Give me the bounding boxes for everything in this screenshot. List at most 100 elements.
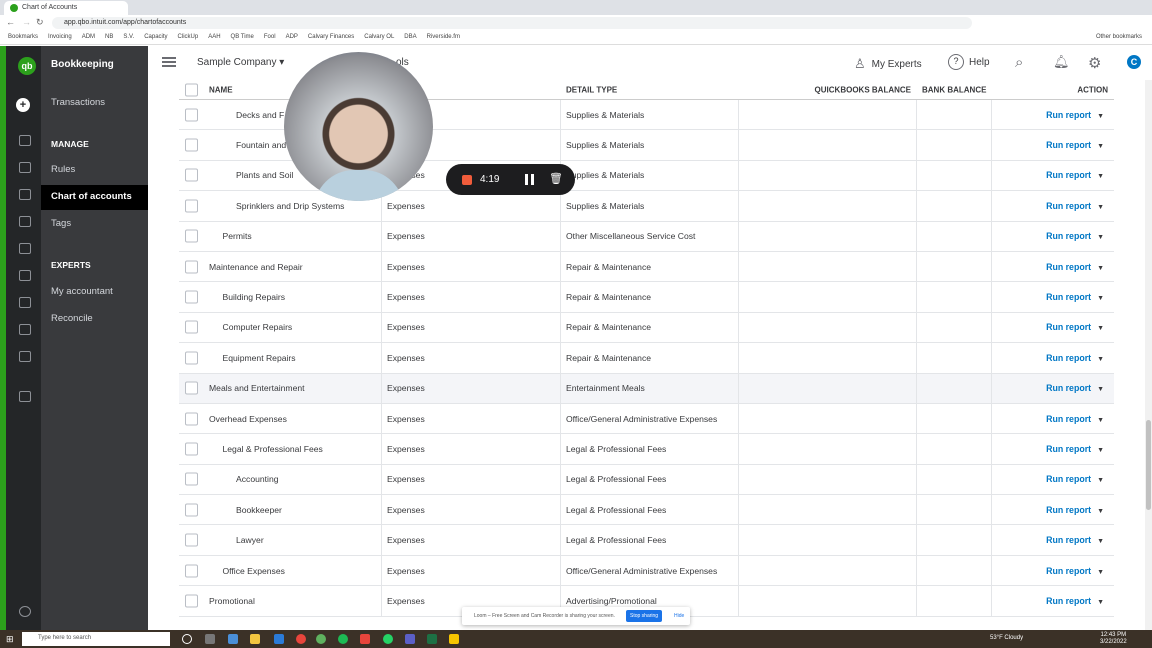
- dropdown-arrow-icon[interactable]: ▼: [1097, 599, 1104, 606]
- sticky-notes-icon[interactable]: [449, 634, 459, 644]
- webcam-bubble[interactable]: [284, 52, 433, 201]
- cortana-icon[interactable]: [182, 634, 192, 644]
- bookmark[interactable]: S.V.: [123, 34, 134, 44]
- dropdown-arrow-icon[interactable]: ▼: [1097, 447, 1104, 454]
- account-name[interactable]: Plants and Soil: [236, 170, 293, 180]
- hamburger-menu-icon[interactable]: [162, 57, 176, 67]
- task-view-icon[interactable]: [205, 634, 215, 644]
- table-row[interactable]: Equipment Repairs Expenses Repair & Main…: [179, 343, 1114, 374]
- row-checkbox[interactable]: [185, 199, 198, 213]
- bookmark-other[interactable]: Other bookmarks: [1096, 34, 1142, 44]
- home-icon[interactable]: [19, 135, 31, 146]
- table-row[interactable]: Legal & Professional Fees Expenses Legal…: [179, 434, 1114, 465]
- tax-icon[interactable]: [19, 324, 31, 335]
- account-name[interactable]: Maintenance and Repair: [209, 262, 303, 272]
- bookmark[interactable]: Invoicing: [48, 34, 72, 44]
- sidebar-item-tags[interactable]: Tags: [41, 212, 148, 237]
- row-checkbox[interactable]: [185, 138, 198, 152]
- run-report-button[interactable]: Run report ▼: [1046, 535, 1104, 545]
- dropdown-arrow-icon[interactable]: ▼: [1097, 417, 1104, 424]
- row-checkbox[interactable]: [185, 533, 198, 547]
- run-report-button[interactable]: Run report ▼: [1046, 444, 1104, 454]
- account-name[interactable]: Decks and F: [236, 110, 284, 120]
- account-name[interactable]: Bookkeeper: [236, 505, 282, 515]
- sidebar-item-transactions[interactable]: Transactions: [41, 91, 148, 116]
- account-name[interactable]: Building Repairs: [223, 292, 286, 302]
- run-report-button[interactable]: Run report ▼: [1046, 474, 1104, 484]
- table-row[interactable]: Accounting Expenses Legal & Professional…: [179, 464, 1114, 496]
- dropdown-arrow-icon[interactable]: ▼: [1097, 386, 1104, 393]
- table-row[interactable]: Maintenance and Repair Expenses Repair &…: [179, 251, 1114, 283]
- excel-icon[interactable]: [427, 634, 437, 644]
- account-name[interactable]: Accounting: [236, 474, 279, 484]
- app-icon[interactable]: [228, 634, 238, 644]
- account-name[interactable]: Fountain and: [236, 140, 286, 150]
- people-icon[interactable]: [19, 270, 31, 281]
- bank-icon[interactable]: [19, 189, 31, 200]
- select-all-checkbox[interactable]: [185, 83, 198, 96]
- spotify-icon[interactable]: [338, 634, 348, 644]
- scrollbar[interactable]: [1145, 80, 1152, 630]
- teams-icon[interactable]: [405, 634, 415, 644]
- account-name[interactable]: Overhead Expenses: [209, 414, 287, 424]
- company-selector[interactable]: Sample Company ▾: [197, 57, 284, 68]
- dropdown-arrow-icon[interactable]: ▼: [1097, 143, 1104, 150]
- bell-icon[interactable]: 🔔︎: [1053, 54, 1070, 70]
- row-checkbox[interactable]: [185, 260, 198, 274]
- row-checkbox[interactable]: [185, 594, 198, 608]
- run-report-button[interactable]: Run report ▼: [1046, 140, 1104, 150]
- row-checkbox[interactable]: [185, 229, 198, 243]
- help-button[interactable]: ? Help: [948, 54, 990, 70]
- account-name[interactable]: Legal & Professional Fees: [223, 444, 323, 454]
- file-explorer-icon[interactable]: [250, 634, 260, 644]
- account-name[interactable]: Office Expenses: [223, 566, 285, 576]
- sidebar-item-chart-of-accounts[interactable]: Chart of accounts: [41, 185, 148, 210]
- table-row[interactable]: Meals and Entertainment Expenses Enterta…: [179, 373, 1114, 404]
- run-report-button[interactable]: Run report ▼: [1046, 201, 1104, 211]
- trash-icon[interactable]: 🗑︎: [549, 172, 563, 185]
- row-checkbox[interactable]: [185, 564, 198, 578]
- table-row[interactable]: Bookkeeper Expenses Legal & Professional…: [179, 495, 1114, 526]
- reload-icon[interactable]: ↻: [36, 17, 44, 28]
- receipt-icon[interactable]: [19, 216, 31, 227]
- account-name[interactable]: Computer Repairs: [223, 322, 293, 332]
- pause-icon[interactable]: [525, 174, 534, 185]
- row-checkbox[interactable]: [185, 108, 198, 122]
- gear-icon[interactable]: ⚙: [1088, 54, 1101, 72]
- bookmark[interactable]: Capacity: [144, 34, 167, 44]
- whatsapp-icon[interactable]: [383, 634, 393, 644]
- row-checkbox[interactable]: [185, 381, 198, 395]
- apps-icon[interactable]: [19, 351, 31, 362]
- sidebar-item-my-accountant[interactable]: My accountant: [41, 280, 148, 305]
- row-checkbox[interactable]: [185, 351, 198, 365]
- chrome-icon[interactable]: [296, 634, 306, 644]
- row-checkbox[interactable]: [185, 472, 198, 486]
- run-report-button[interactable]: Run report ▼: [1046, 322, 1104, 332]
- url-field[interactable]: app.qbo.intuit.com/app/chartofaccounts: [52, 17, 972, 29]
- dropdown-arrow-icon[interactable]: ▼: [1097, 113, 1104, 120]
- scrollbar-thumb[interactable]: [1146, 420, 1151, 510]
- bookmark[interactable]: Bookmarks: [8, 34, 38, 44]
- avatar[interactable]: C: [1127, 55, 1141, 69]
- dropdown-arrow-icon[interactable]: ▼: [1097, 356, 1104, 363]
- run-report-button[interactable]: Run report ▼: [1046, 353, 1104, 363]
- bookmark[interactable]: ADP: [286, 34, 298, 44]
- run-report-button[interactable]: Run report ▼: [1046, 262, 1104, 272]
- account-name[interactable]: Lawyer: [236, 535, 264, 545]
- bookmark[interactable]: DBA: [404, 34, 416, 44]
- run-report-button[interactable]: Run report ▼: [1046, 231, 1104, 241]
- windows-start-icon[interactable]: ⊞: [6, 634, 14, 645]
- row-checkbox[interactable]: [185, 503, 198, 517]
- dropdown-arrow-icon[interactable]: ▼: [1097, 204, 1104, 211]
- stop-sharing-button[interactable]: Stop sharing: [626, 610, 663, 622]
- bookmark[interactable]: AAH: [208, 34, 220, 44]
- row-checkbox[interactable]: [185, 290, 198, 304]
- bookmark[interactable]: ClickUp: [178, 34, 199, 44]
- taskbar-search[interactable]: Type here to search: [22, 632, 170, 646]
- column-bank-balance[interactable]: BANK BALANCE: [922, 85, 986, 94]
- account-name[interactable]: Permits: [223, 231, 252, 241]
- search-icon[interactable]: ⌕: [1015, 54, 1023, 71]
- dropdown-arrow-icon[interactable]: ▼: [1097, 477, 1104, 484]
- stop-recording-icon[interactable]: [462, 175, 472, 185]
- bookmark[interactable]: Calvary OL: [364, 34, 394, 44]
